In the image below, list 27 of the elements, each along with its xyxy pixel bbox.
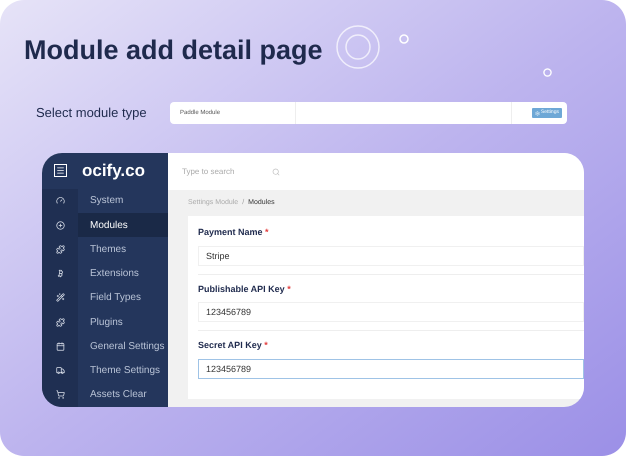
field-label: Payment Name * xyxy=(198,226,270,239)
small-circle-icon xyxy=(399,34,409,44)
menu-icon xyxy=(56,166,64,176)
cart-icon xyxy=(56,390,64,400)
text-field[interactable]: 123456789 xyxy=(198,302,584,322)
small-circle-icon xyxy=(543,68,552,77)
puzzle-icon xyxy=(56,318,64,327)
gauge-icon xyxy=(56,196,64,206)
text-field[interactable]: Stripe xyxy=(198,246,584,266)
plus-circle-icon xyxy=(56,220,64,230)
puzzle-icon xyxy=(56,244,64,254)
field-label: Publishable API Key * xyxy=(198,282,292,296)
page-title: Module add detail page xyxy=(24,34,323,67)
sidebar-item[interactable]: Modules xyxy=(42,213,168,238)
search-field[interactable]: Type to search xyxy=(182,166,280,178)
calendar-icon xyxy=(56,342,64,351)
currency-icon xyxy=(56,269,64,278)
logo: ocify.co xyxy=(82,160,145,182)
field-label: Secret API Key * xyxy=(198,339,269,352)
ring-decoration-icon xyxy=(335,24,381,70)
magic-wand-icon xyxy=(56,293,64,302)
gear-icon xyxy=(534,110,540,116)
menu-button[interactable] xyxy=(54,164,66,178)
text-field[interactable]: 123456789 xyxy=(198,358,584,378)
search-icon xyxy=(272,168,280,176)
module-type-label: Select module type xyxy=(36,104,148,122)
truck-icon xyxy=(56,366,64,376)
